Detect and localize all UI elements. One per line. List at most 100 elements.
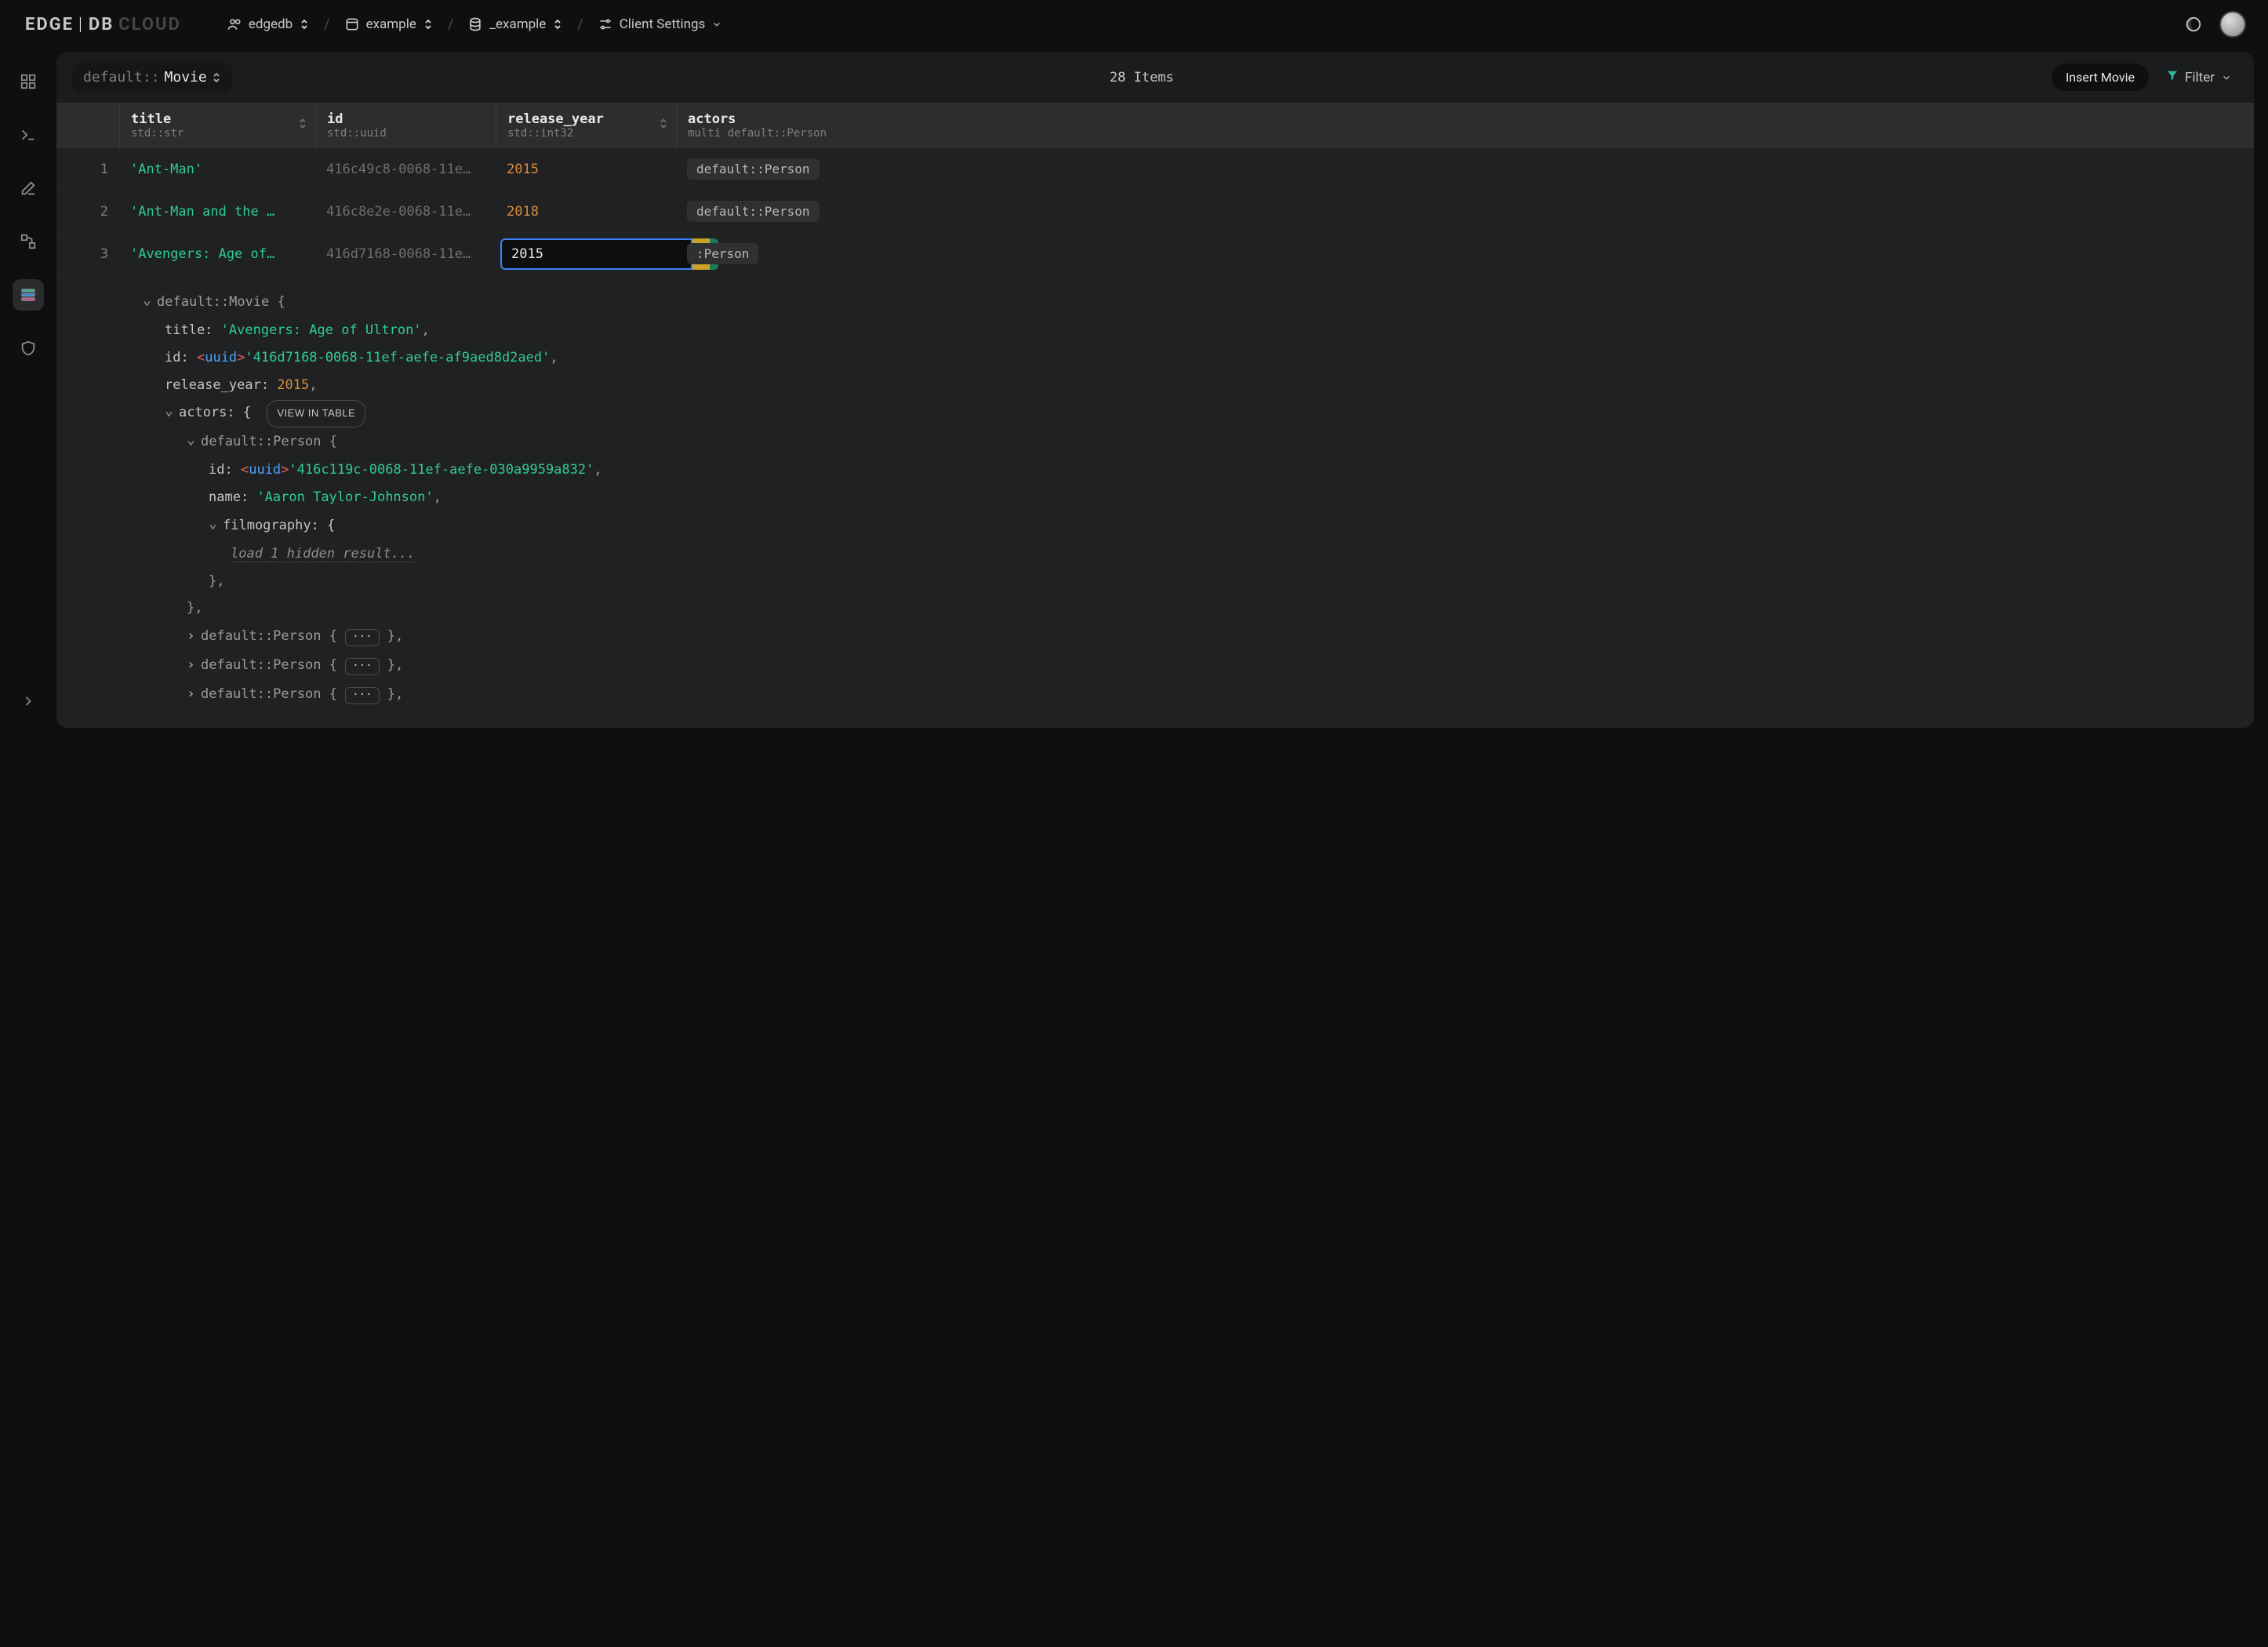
caret-icon[interactable]: [187, 680, 201, 709]
expand-dots[interactable]: ···: [345, 658, 379, 675]
brand-cloud: CLOUD: [118, 15, 181, 35]
sliders-icon: [598, 16, 613, 32]
cast-close: >: [281, 462, 289, 478]
cell-title[interactable]: 'Ant-Man and the …: [119, 204, 315, 220]
breadcrumb-database[interactable]: _example: [467, 16, 563, 32]
main-panel: default::Movie 28 Items Insert Movie Fil…: [56, 52, 2254, 728]
caret-icon[interactable]: [187, 622, 201, 651]
moon-icon: [2185, 16, 2202, 33]
breadcrumb-project[interactable]: example: [344, 16, 434, 32]
cast-type: uuid: [205, 350, 237, 365]
shield-icon: [20, 340, 37, 357]
data-explorer-icon: [20, 286, 37, 304]
cell-id[interactable]: 416c49c8-0068-11e…: [315, 162, 496, 177]
col-id[interactable]: id std::uuid: [315, 104, 496, 147]
table-row[interactable]: 1 'Ant-Man' 416c49c8-0068-11e… 2015 defa…: [56, 148, 2254, 191]
breadcrumb-org-label: edgedb: [249, 16, 293, 32]
cell-release-year[interactable]: 2015: [496, 162, 676, 177]
breadcrumb-separator: /: [324, 16, 329, 33]
cell-id[interactable]: 416d7168-0068-11e…: [315, 246, 496, 262]
prop-value: 2015: [277, 377, 309, 393]
rail-dashboard[interactable]: [13, 66, 44, 97]
item-count: 28 Items: [243, 70, 2041, 85]
brand-db: DB: [89, 15, 114, 35]
edit-icon: [20, 180, 37, 197]
breadcrumb-org[interactable]: edgedb: [227, 16, 310, 32]
sort-icon[interactable]: [659, 118, 668, 134]
filter-button[interactable]: Filter: [2160, 64, 2238, 90]
caret-icon[interactable]: [143, 288, 157, 317]
caret-icon[interactable]: [187, 651, 201, 680]
insert-button[interactable]: Insert Movie: [2052, 64, 2149, 91]
cell-id[interactable]: 416c8e2e-0068-11e…: [315, 204, 496, 220]
client-settings-menu[interactable]: Client Settings: [598, 16, 723, 32]
link-chip[interactable]: default::Person: [687, 201, 820, 222]
theme-toggle[interactable]: [2185, 16, 2202, 33]
cast-close: >: [237, 350, 245, 365]
prop-key: actors: {: [179, 405, 251, 420]
cell-edit-input[interactable]: [500, 238, 692, 270]
prop-value: 'Avengers: Age of Ultron': [221, 322, 422, 338]
col-actors-type: multi default::Person: [688, 127, 2243, 140]
close-brace: },: [387, 628, 403, 644]
col-actors[interactable]: actors multi default::Person: [676, 104, 2254, 147]
chevron-right-icon: [20, 693, 36, 709]
row-number: 2: [56, 204, 119, 220]
rail-repl[interactable]: [13, 119, 44, 151]
cell-title[interactable]: 'Avengers: Age of…: [119, 246, 315, 262]
rail-schema[interactable]: [13, 226, 44, 257]
row-number: 1: [56, 162, 119, 177]
type-namespace: default::: [83, 69, 160, 85]
cast-open: <: [197, 350, 205, 365]
link-chip[interactable]: :Person: [687, 243, 758, 264]
expand-dots[interactable]: ···: [345, 687, 379, 704]
updown-icon: [299, 18, 310, 31]
view-in-table-button[interactable]: VIEW IN TABLE: [267, 400, 365, 427]
collapsed-person: default::Person {: [201, 686, 337, 702]
col-id-name: id: [327, 111, 485, 127]
col-title-name: title: [131, 111, 304, 127]
updown-icon: [552, 18, 563, 31]
col-ry-name: release_year: [507, 111, 665, 127]
cell-release-year[interactable]: 2018: [496, 204, 676, 220]
collapsed-person: default::Person {: [201, 628, 337, 644]
sort-icon[interactable]: [298, 118, 307, 134]
row-detail: default::Movie { title: 'Avengers: Age o…: [56, 275, 2254, 728]
brand-bar: |: [78, 15, 84, 35]
database-icon: [467, 16, 483, 32]
cell-actors[interactable]: :Person: [676, 243, 2254, 264]
breadcrumb-database-label: _example: [489, 16, 546, 32]
caret-icon[interactable]: [209, 511, 223, 540]
client-settings-label: Client Settings: [620, 16, 706, 32]
avatar[interactable]: [2219, 11, 2246, 38]
cell-title[interactable]: 'Ant-Man': [119, 162, 315, 177]
expand-dots[interactable]: ···: [345, 629, 379, 646]
brand-logo: EDGE | DB CLOUD: [25, 15, 181, 35]
cast-open: <: [241, 462, 249, 478]
cell-actors[interactable]: default::Person: [676, 158, 2254, 180]
col-title[interactable]: title std::str: [119, 104, 315, 147]
rail-editor[interactable]: [13, 173, 44, 204]
rail-auth[interactable]: [13, 333, 44, 364]
table-header: title std::str id std::uuid release_year…: [56, 103, 2254, 148]
type-selector[interactable]: default::Movie: [72, 63, 232, 92]
col-release-year[interactable]: release_year std::int32: [496, 104, 676, 147]
load-hidden-link[interactable]: load 1 hidden result...: [231, 546, 415, 562]
chevron-down-icon: [2221, 72, 2232, 83]
grid-icon: [20, 73, 37, 90]
breadcrumb-separator: /: [448, 16, 453, 33]
rail-expand[interactable]: [13, 685, 44, 717]
updown-icon: [212, 71, 221, 84]
prop-key: release_year:: [165, 377, 269, 393]
link-chip[interactable]: default::Person: [687, 158, 820, 180]
prop-key: id:: [209, 462, 233, 478]
table-row[interactable]: 3 'Avengers: Age of… 416d7168-0068-11e… …: [56, 233, 2254, 275]
rail-data-explorer[interactable]: [13, 279, 44, 311]
cell-actors[interactable]: default::Person: [676, 201, 2254, 222]
caret-icon[interactable]: [165, 398, 179, 427]
caret-icon[interactable]: [187, 427, 201, 456]
org-icon: [227, 16, 242, 32]
table-row[interactable]: 2 'Ant-Man and the … 416c8e2e-0068-11e… …: [56, 191, 2254, 233]
close-brace: },: [209, 573, 224, 589]
project-icon: [344, 16, 360, 32]
